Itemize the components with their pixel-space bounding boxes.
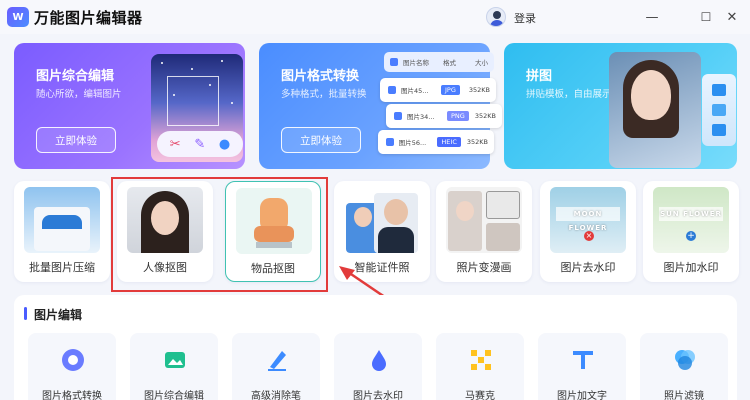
tool-thumbnail: SUN FLOWER +	[653, 187, 729, 253]
edit-image-icon	[165, 352, 185, 368]
format-convert-icon	[62, 349, 84, 371]
add-icon: +	[686, 231, 696, 241]
remove-watermark-icon	[372, 350, 386, 371]
tool-photo-to-cartoon[interactable]: 照片变漫画	[436, 181, 532, 282]
maximize-button[interactable]: ☐	[696, 7, 716, 27]
edit-label: 图片去水印	[353, 391, 403, 400]
feature-title: 图片格式转换	[281, 69, 360, 84]
tool-label: 批量图片压缩	[29, 261, 95, 274]
brush-icon[interactable]: ✎	[194, 137, 205, 152]
try-now-button[interactable]: 立即体验	[281, 127, 361, 153]
tool-batch-compress[interactable]: 批量图片压缩	[14, 181, 110, 282]
feature-title: 拼图	[526, 69, 553, 84]
eraser-pen-icon	[268, 351, 286, 371]
user-avatar[interactable]	[486, 7, 506, 27]
section-title: 图片编辑	[34, 308, 83, 322]
collage-photo	[609, 52, 701, 168]
remove-icon: ×	[584, 231, 594, 241]
tool-thumbnail	[24, 187, 100, 253]
edit-format-convert[interactable]: 图片格式转换	[28, 333, 116, 400]
edit-mosaic[interactable]: 马赛克	[436, 333, 524, 400]
edit-label: 马赛克	[465, 391, 495, 400]
minimize-button[interactable]: —	[642, 7, 662, 27]
edit-label: 图片加文字	[557, 391, 607, 400]
tool-thumbnail	[344, 187, 420, 253]
edit-comprehensive[interactable]: 图片综合编辑	[130, 333, 218, 400]
edit-label: 高级消除笔	[251, 391, 301, 400]
try-now-button[interactable]: 立即体验	[36, 127, 116, 153]
login-link[interactable]: 登录	[514, 10, 536, 26]
tool-label: 照片变漫画	[456, 261, 512, 274]
tool-thumbnail: MOON FLOWER ×	[550, 187, 626, 253]
title-bar: W 万能图片编辑器 登录 — ☐ ✕	[0, 0, 750, 34]
tool-label: 图片加水印	[663, 261, 719, 274]
tool-label: 图片去水印	[560, 261, 616, 274]
format-row: 图片56... HEIC 352KB	[378, 130, 494, 154]
feature-subtitle: 拼贴模板，自由展示	[526, 89, 612, 100]
format-row: 图片45... JPG 352KB	[380, 78, 496, 102]
close-button[interactable]: ✕	[722, 7, 742, 27]
edit-add-text[interactable]: 图片加文字	[538, 333, 626, 400]
edit-tool-pill: ✂ ✎ ●	[157, 131, 243, 157]
format-list-header: 图片名称 格式 大小	[384, 52, 494, 72]
drop-icon[interactable]: ●	[219, 137, 230, 152]
edit-label: 照片滤镜	[664, 391, 704, 400]
edit-label: 图片格式转换	[42, 391, 102, 400]
collage-layout-icons	[702, 74, 736, 146]
tool-add-watermark[interactable]: SUN FLOWER + 图片加水印	[643, 181, 739, 282]
mosaic-icon	[471, 350, 491, 370]
section-accent-bar	[24, 307, 27, 320]
tool-thumbnail	[446, 187, 522, 253]
edit-label: 图片综合编辑	[144, 391, 204, 400]
crop-frame	[167, 76, 219, 126]
add-text-icon	[573, 351, 593, 369]
feature-subtitle: 随心所欲，编辑图片	[36, 89, 122, 100]
format-list-preview: 图片名称 格式 大小 图片45... JPG 352KB 图片34... PNG…	[378, 52, 502, 156]
feature-title: 图片综合编辑	[36, 69, 115, 84]
watermark-text: SUN FLOWER	[659, 207, 723, 221]
app-title: 万能图片编辑器	[34, 9, 143, 27]
app-logo-icon: W	[7, 7, 29, 27]
watermark-text: MOON FLOWER	[556, 207, 620, 232]
scissors-icon[interactable]: ✂	[170, 137, 181, 152]
annotation-highlight-box	[111, 177, 328, 292]
edit-photo-filter[interactable]: 照片滤镜	[640, 333, 728, 400]
edit-remove-watermark[interactable]: 图片去水印	[334, 333, 422, 400]
feature-subtitle: 多种格式，批量转换	[281, 89, 367, 100]
photo-filter-icon	[675, 350, 695, 370]
tool-remove-watermark[interactable]: MOON FLOWER × 图片去水印	[540, 181, 636, 282]
edit-eraser-pen[interactable]: 高级消除笔	[232, 333, 320, 400]
format-row: 图片34... PNG 352KB	[386, 104, 502, 128]
